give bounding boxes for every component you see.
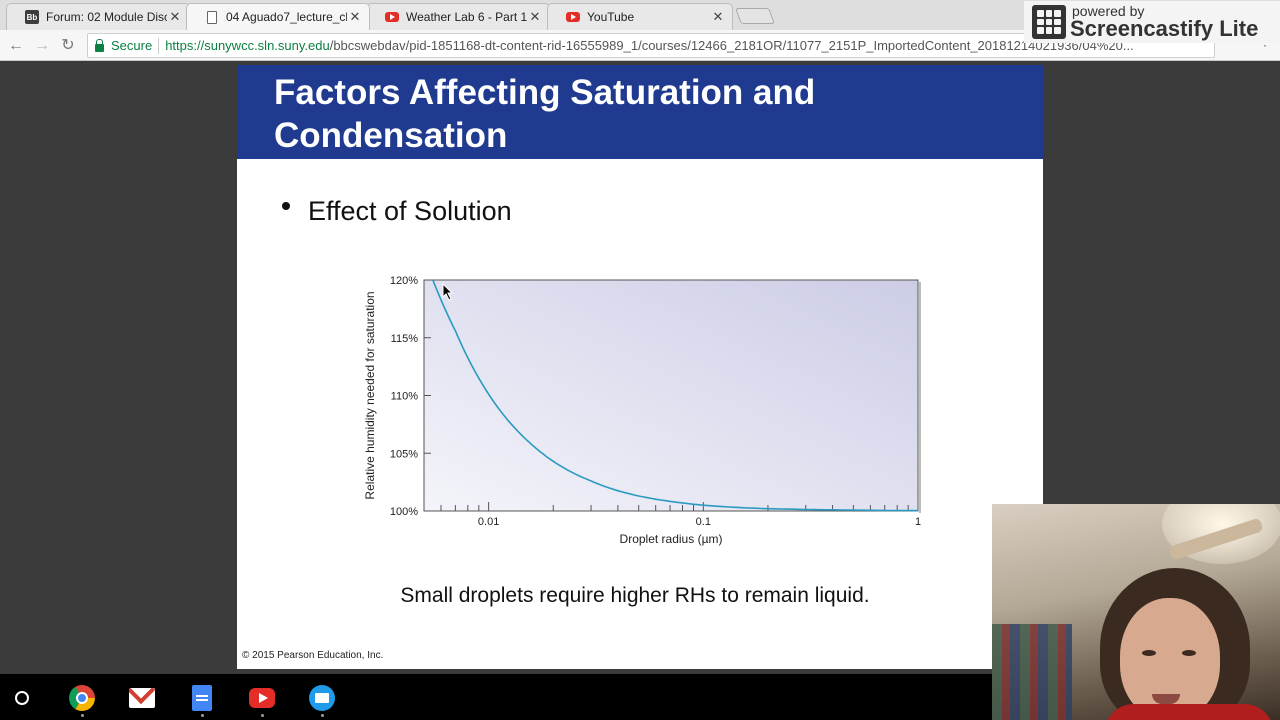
tab-forum[interactable]: Bb Forum: 02 Module Discu ✕ [6, 3, 190, 30]
close-icon[interactable]: ✕ [527, 9, 543, 25]
close-icon[interactable]: ✕ [347, 9, 363, 25]
x-tick-label: 1 [915, 516, 921, 528]
files-icon[interactable] [309, 685, 335, 711]
forward-icon[interactable]: → [32, 36, 52, 56]
x-axis-label: Droplet radius (µm) [620, 532, 723, 546]
plot-area [423, 279, 919, 512]
tab-title: 04 Aguado7_lecture_ch_ [226, 10, 347, 24]
y-tick-label: 110% [391, 391, 419, 403]
screencastify-badge: powered by Screencastify Lite [1024, 1, 1280, 43]
bullet-icon [282, 202, 290, 210]
new-tab-button[interactable] [735, 8, 775, 24]
tab-title: YouTube [587, 10, 635, 24]
close-icon[interactable]: ✕ [710, 9, 726, 25]
youtube-icon [566, 12, 580, 22]
document-icon [205, 10, 219, 24]
tab-weather-lab[interactable]: Weather Lab 6 - Part 1 - ✕ [366, 3, 550, 30]
slide-title: Factors Affecting Saturation and Condens… [274, 73, 816, 155]
chart-svg: 120% 115% 110% 105% 100% 0.01 0.1 1 Droplet radi… [363, 275, 921, 546]
close-icon[interactable]: ✕ [167, 9, 183, 25]
x-tick-label: 0.01 [478, 516, 499, 528]
chart: 120% 115% 110% 105% 100% 0.01 0.1 1 Droplet radi… [354, 260, 934, 560]
tab-lecture[interactable]: 04 Aguado7_lecture_ch_ ✕ [186, 3, 370, 30]
slide-header: Factors Affecting Saturation and Condens… [237, 65, 1043, 159]
screencastify-logo-icon [1032, 5, 1066, 39]
taskbar [0, 674, 992, 720]
url-host: https://sunywcc.sln.suny.edu [165, 38, 330, 53]
slide: Factors Affecting Saturation and Condens… [237, 65, 1043, 669]
tab-youtube[interactable]: YouTube ✕ [547, 3, 733, 30]
launcher-icon[interactable] [15, 691, 29, 705]
blackboard-icon: Bb [25, 10, 39, 24]
screencastify-brand: Screencastify Lite [1070, 16, 1259, 41]
tab-title: Weather Lab 6 - Part 1 - [406, 10, 527, 24]
copyright-text: © 2015 Pearson Education, Inc. [242, 650, 384, 661]
secure-label: Secure [111, 38, 153, 53]
bullet-text: Effect of Solution [308, 196, 512, 226]
tab-title: Forum: 02 Module Discu [46, 10, 167, 24]
slide-caption: Small droplets require higher RHs to rem… [400, 584, 870, 607]
gmail-icon[interactable] [129, 688, 155, 708]
chrome-icon[interactable] [69, 685, 95, 711]
reload-icon[interactable]: ↻ [58, 36, 78, 56]
mouse-cursor-icon [442, 283, 454, 301]
google-docs-icon[interactable] [192, 685, 212, 711]
y-tick-label: 105% [390, 448, 418, 460]
y-tick-label: 115% [391, 333, 419, 345]
url-path: /bbcswebdav/pid-1851168-dt-content-rid-1… [329, 38, 1134, 53]
x-tick-label: 0.1 [696, 516, 711, 528]
background-shelf [992, 624, 1072, 720]
back-icon[interactable]: ← [6, 36, 26, 56]
y-tick-label: 120% [390, 275, 418, 287]
lock-icon [95, 38, 104, 52]
y-tick-label: 100% [390, 506, 418, 518]
y-axis-label: Relative humidity needed for saturation [363, 291, 377, 499]
youtube-icon [385, 12, 399, 22]
webcam-overlay [992, 504, 1280, 720]
youtube-icon[interactable] [249, 688, 275, 708]
divider [158, 37, 160, 54]
